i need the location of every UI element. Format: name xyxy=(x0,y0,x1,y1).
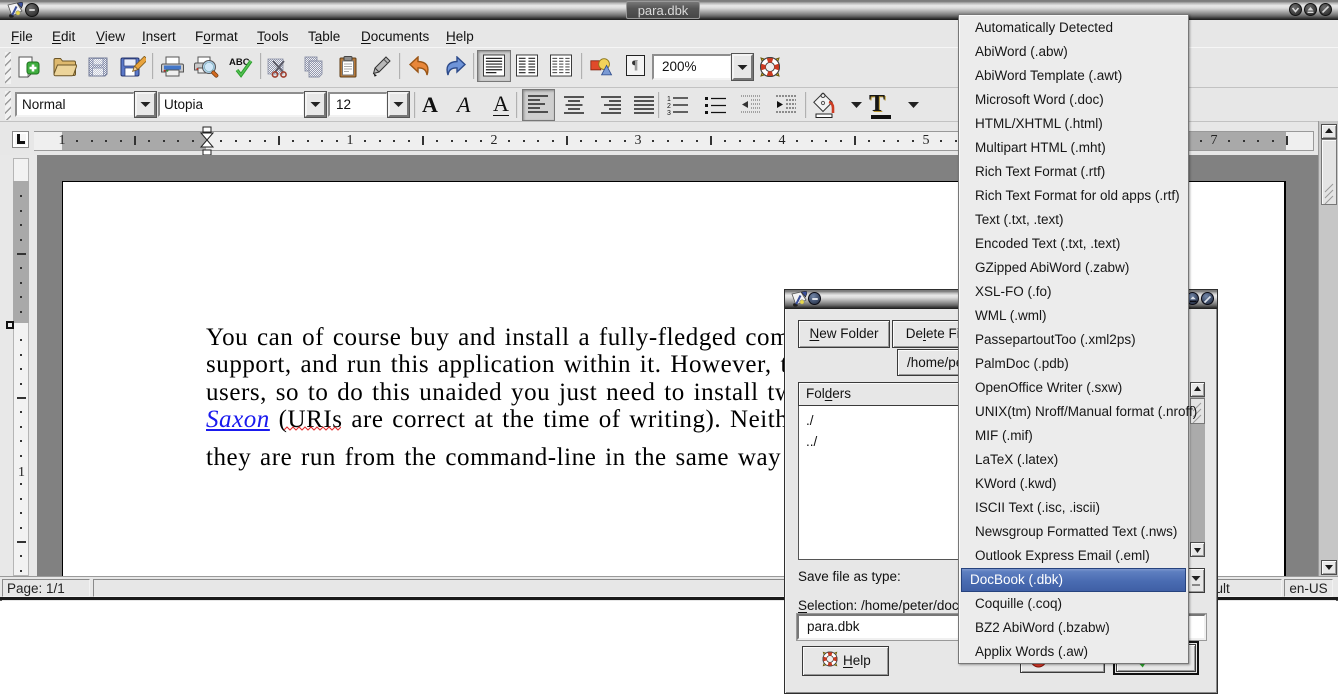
svg-text:3: 3 xyxy=(667,110,671,116)
svg-text:2: 2 xyxy=(667,103,671,110)
svg-text:1: 1 xyxy=(667,96,671,103)
